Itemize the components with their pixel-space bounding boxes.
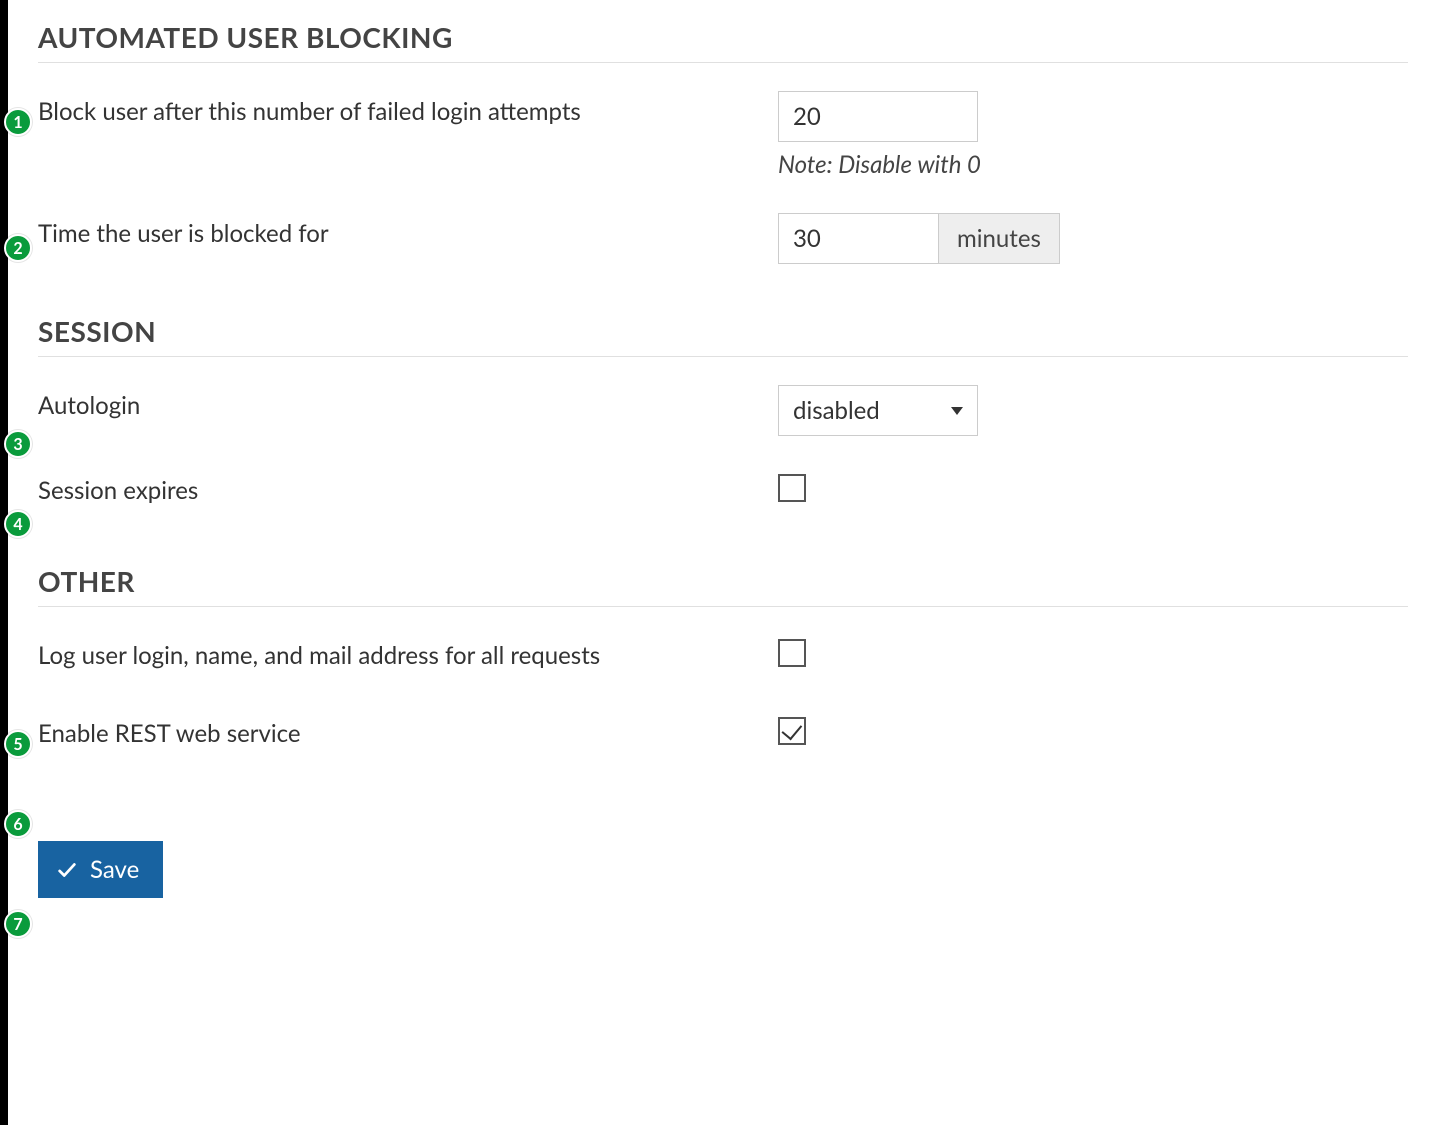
section-title-session: SESSION [38, 314, 1408, 357]
row-block-time: Time the user is blocked for minutes [38, 213, 1408, 264]
settings-form: 1 2 3 4 5 6 7 AUTOMATED USER BLOCKING Bl… [8, 0, 1438, 938]
save-button-label: Save [90, 855, 139, 884]
checkbox-enable-rest[interactable] [778, 717, 806, 745]
checkbox-session-expires[interactable] [778, 474, 806, 502]
row-log-user: Log user login, name, and mail address f… [38, 635, 1408, 679]
annotation-marker-4: 4 [4, 510, 32, 538]
label-failed-attempts: Block user after this number of failed l… [38, 91, 778, 126]
addon-minutes: minutes [938, 213, 1060, 264]
save-button[interactable]: Save [38, 841, 163, 898]
label-autologin: Autologin [38, 385, 778, 420]
check-icon [56, 859, 78, 881]
row-session-expires: Session expires [38, 470, 1408, 514]
section-title-blocking: AUTOMATED USER BLOCKING [38, 20, 1408, 63]
label-enable-rest: Enable REST web service [38, 713, 778, 748]
row-enable-rest: Enable REST web service [38, 713, 1408, 757]
input-block-time[interactable] [778, 213, 938, 264]
annotation-marker-7: 7 [4, 910, 32, 938]
label-log-user: Log user login, name, and mail address f… [38, 635, 778, 670]
row-failed-attempts: Block user after this number of failed l… [38, 91, 1408, 179]
label-block-time: Time the user is blocked for [38, 213, 778, 248]
input-failed-attempts[interactable] [778, 91, 978, 142]
note-failed-attempts: Note: Disable with 0 [778, 150, 981, 179]
row-autologin: Autologin disabled [38, 385, 1408, 436]
select-autologin[interactable]: disabled [778, 385, 978, 436]
label-session-expires: Session expires [38, 470, 778, 505]
annotation-marker-6: 6 [4, 810, 32, 838]
left-strip [0, 0, 8, 1125]
checkbox-log-user[interactable] [778, 639, 806, 667]
annotation-marker-2: 2 [4, 234, 32, 262]
annotation-marker-5: 5 [4, 730, 32, 758]
section-title-other: OTHER [38, 564, 1408, 607]
annotation-marker-3: 3 [4, 430, 32, 458]
annotation-marker-1: 1 [4, 108, 32, 136]
